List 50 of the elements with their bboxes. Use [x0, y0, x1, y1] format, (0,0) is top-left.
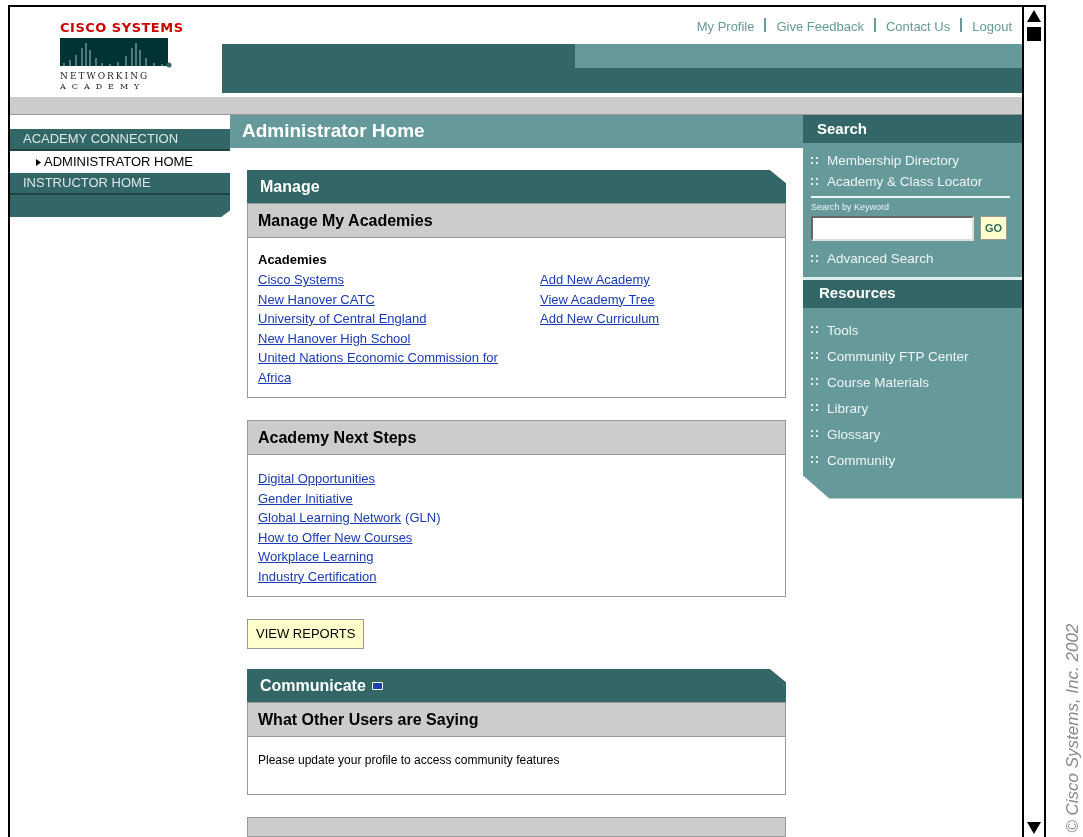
link[interactable]: New Hanover CATC — [258, 289, 528, 309]
tag-icon — [371, 681, 383, 690]
link[interactable]: Industry Certification — [258, 566, 377, 586]
link[interactable]: Gender Initiative — [258, 488, 353, 508]
bullet-icon — [811, 254, 819, 263]
link-suffix: (GLN) — [405, 509, 441, 527]
panel-title: What Other Users are Saying — [258, 709, 479, 730]
link[interactable]: Global Learning Network — [258, 508, 402, 528]
arrow-icon — [36, 158, 41, 166]
bullet-icon — [811, 326, 819, 334]
section-title: Manage — [260, 176, 320, 197]
sidebar-title: Resources — [819, 283, 896, 304]
link[interactable]: How to Offer New Courses — [258, 527, 413, 547]
logo-text: ACADEMY — [60, 82, 146, 92]
bridge-logo-icon — [60, 38, 172, 68]
scroll-up-icon[interactable] — [1026, 9, 1042, 23]
bullet-icon — [811, 352, 819, 360]
page-title: Administrator Home — [242, 119, 425, 144]
link[interactable]: Cisco Systems — [258, 270, 528, 290]
bullet-icon — [811, 378, 819, 386]
link[interactable]: View Academy Tree — [540, 289, 655, 309]
nav-item[interactable]: ACADEMY CONNECTION — [10, 129, 230, 151]
nav-item[interactable]: INSTRUCTOR HOME — [10, 173, 230, 195]
panel-title: Academy Next Steps — [258, 427, 417, 448]
panel-title: Manage My Academies — [258, 210, 433, 231]
logo-text: NETWORKING — [60, 71, 150, 82]
field-label: Search by Keyword — [811, 201, 891, 214]
search-field[interactable] — [811, 215, 974, 241]
copyright-text: © Cisco Systems, Inc. 2002 — [1062, 622, 1083, 833]
section-title: Communicate — [260, 675, 366, 696]
scrollbar-thumb[interactable] — [1027, 27, 1041, 41]
link[interactable]: New Hanover High School — [258, 328, 528, 348]
link[interactable]: Add New Academy — [540, 270, 650, 290]
bullet-icon — [811, 404, 819, 412]
link[interactable]: United Nations Economic Commission for Africa — [258, 348, 528, 387]
logo-brand: CISCO SYSTEMS — [60, 20, 184, 36]
bullet-icon — [811, 456, 819, 464]
link[interactable]: Add New Curriculum — [540, 309, 660, 329]
link[interactable]: Workplace Learning — [258, 547, 374, 567]
go-button[interactable]: GO — [980, 216, 1007, 240]
link[interactable]: Digital Opportunities — [258, 469, 376, 489]
info-text: Please update your profile to access community features — [258, 752, 561, 769]
bullet-icon — [811, 156, 819, 165]
subheading: Academies — [258, 251, 327, 269]
sidebar-title: Search — [817, 118, 868, 139]
view-reports-button[interactable]: VIEW REPORTS — [247, 619, 365, 649]
scroll-down-icon[interactable] — [1026, 821, 1042, 835]
bullet-icon — [811, 177, 819, 186]
bullet-icon — [811, 430, 819, 438]
link[interactable]: University of Central England — [258, 309, 528, 329]
